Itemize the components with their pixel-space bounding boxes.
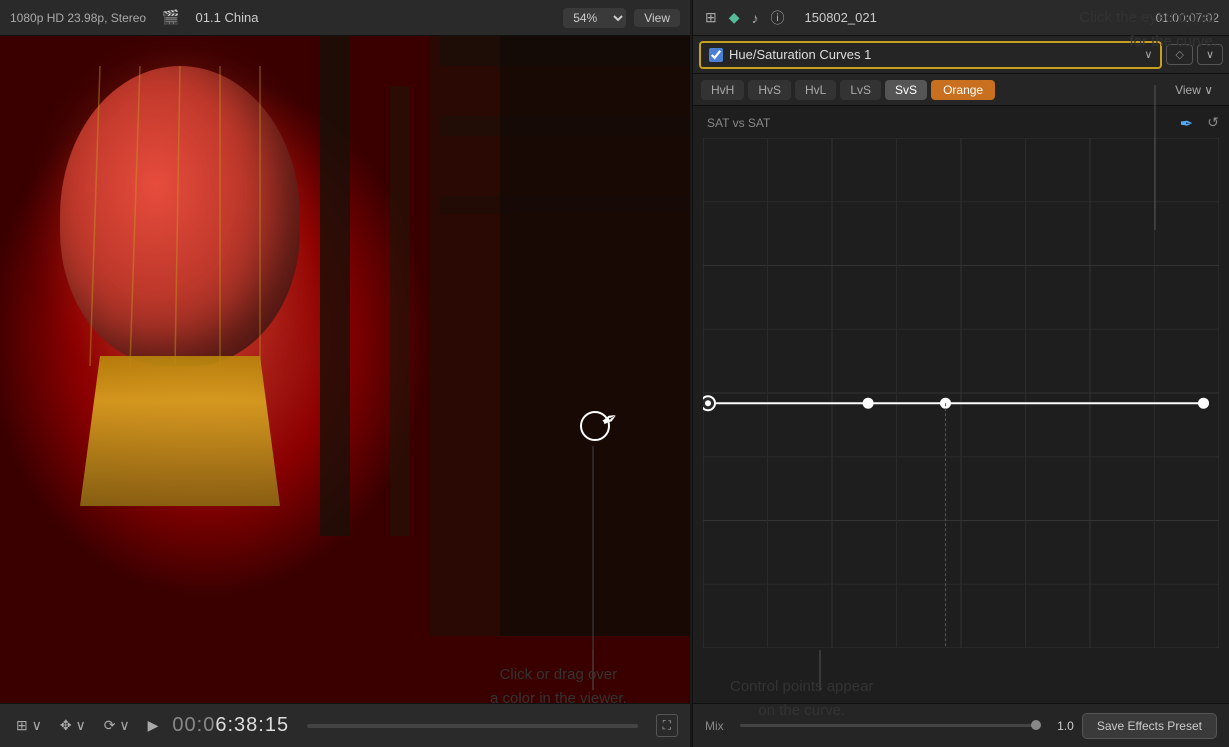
video-info: 1080p HD 23.98p, Stereo [10,11,146,25]
viewer-canvas: ✒ [0,36,690,703]
info-icon-btn[interactable]: ⓘ [769,6,787,30]
tab-hvh[interactable]: HvH [701,80,744,100]
color-topbar-icons: ⊞ ◆ ♪ ⓘ [703,6,787,30]
viewer-topbar: 1080p HD 23.98p, Stereo 🎬 01.1 China 54%… [0,0,690,36]
viewer-panel: 1080p HD 23.98p, Stereo 🎬 01.1 China 54%… [0,0,690,747]
color-panel: ⊞ ◆ ♪ ⓘ 150802_021 01:00:07:02 Hue/Satur… [692,0,1229,747]
play-button[interactable]: ▶ [144,715,163,736]
tab-hvl[interactable]: HvL [795,80,836,100]
tab-svs[interactable]: SvS [885,80,927,100]
save-effects-preset-button[interactable]: Save Effects Preset [1082,713,1217,739]
tab-orange[interactable]: Orange [931,80,995,100]
timeline-icon-btn[interactable]: ⊞ [703,7,719,28]
mix-slider[interactable] [740,724,1041,727]
speed-button[interactable]: ⟳ ∨ [100,715,134,736]
scrubber[interactable] [307,724,638,728]
viewer-topbar-right: 54% 100% Fit View [563,8,680,28]
layout-button[interactable]: ⊞ ∨ [12,715,46,736]
clip-name: 01.1 China [196,10,259,25]
color-topbar: ⊞ ◆ ♪ ⓘ 150802_021 01:00:07:02 [693,0,1229,36]
audio-icon-btn[interactable]: ♪ [750,8,761,28]
curve-eyedropper-btn[interactable]: ✒ [1180,114,1193,134]
curve-view-dropdown[interactable]: View ∨ [1167,81,1221,99]
effect-dropdown-container: Hue/Saturation Curves 1 ∨ [699,41,1162,69]
lantern-fringe [80,356,280,506]
view-button[interactable]: View [634,9,680,27]
curve-area: SAT vs SAT ✒ ↺ [693,106,1229,703]
effect-chevron: ∨ [1144,48,1152,61]
zoom-select[interactable]: 54% 100% Fit [563,8,626,28]
viewer-controls: ⊞ ∨ ✥ ∨ ⟳ ∨ ▶ 00:06:38:15 ⛶ [0,703,690,747]
tab-lvs[interactable]: LvS [840,80,881,100]
keyframe-diamond-btn[interactable]: ◇ [1166,44,1192,65]
curve-tabs: HvH HvS HvL LvS SvS Orange View ∨ [693,74,1229,106]
mix-value: 1.0 [1057,719,1074,733]
tab-hvs[interactable]: HvS [748,80,791,100]
curve-label: SAT vs SAT [707,116,770,130]
mix-label: Mix [705,719,724,733]
film-icon: 🎬 [162,9,179,26]
effect-name: Hue/Saturation Curves 1 [729,47,1138,62]
timecode: 00:06:38:15 [172,714,289,737]
timecode-prefix: 00:0 [172,714,215,736]
effect-row: Hue/Saturation Curves 1 ∨ ◇ ∨ [693,36,1229,74]
curve-grid-svg [703,138,1219,648]
clip-filename: 150802_021 [805,10,877,25]
effect-checkbox[interactable] [709,48,723,62]
transform-button[interactable]: ✥ ∨ [56,715,90,736]
eyedropper-cursor: ✒ [580,406,630,456]
effect-options-btn[interactable]: ∨ [1197,44,1223,65]
fullscreen-button[interactable]: ⛶ [656,714,678,737]
color-icon-btn[interactable]: ◆ [727,7,742,28]
lantern-body [60,66,300,366]
curve-reset-btn[interactable]: ↺ [1207,114,1219,131]
panel-timecode: 01:00:07:02 [1156,11,1219,25]
bottom-row: Mix 1.0 Save Effects Preset [693,703,1229,747]
